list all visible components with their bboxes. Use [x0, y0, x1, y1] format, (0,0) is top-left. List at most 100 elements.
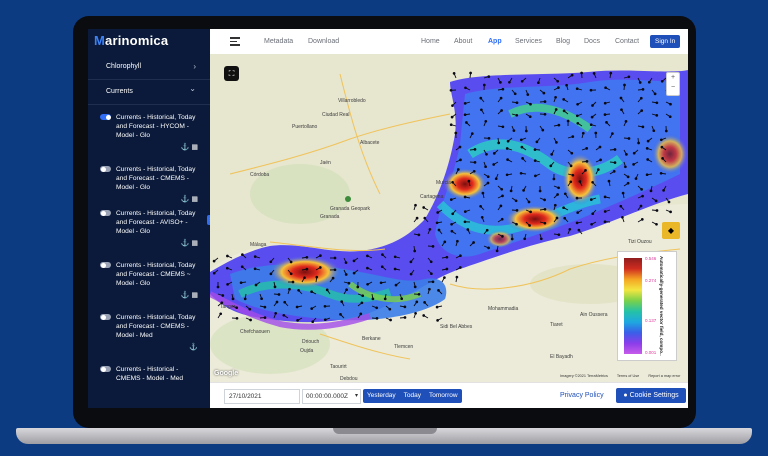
color-legend: 0.546 0.274 0.137 0.001 Automatically-ge…	[617, 251, 677, 361]
layer-item[interactable]: Currents - Historical, Today and Forecas…	[100, 313, 204, 351]
current-vector-head	[655, 209, 659, 212]
current-vector-head	[533, 159, 537, 162]
layer-toggle[interactable]	[100, 166, 111, 172]
current-vector-head	[454, 131, 458, 135]
time-select[interactable]: 00:00:00.000Z ▾	[302, 389, 361, 404]
chevron-down-icon: ▾	[354, 393, 358, 399]
current-vector-head	[539, 237, 543, 241]
current-vector-head	[626, 181, 630, 185]
current-vector-head	[463, 113, 467, 117]
layer-item[interactable]: Currents - Historical - CMEMS - Model - …	[100, 365, 204, 383]
current-vector-head	[430, 272, 433, 276]
cookie-settings-button[interactable]: ● Cookie Settings	[616, 388, 686, 403]
current-vector-head	[621, 215, 624, 219]
zoom-control[interactable]: + −	[666, 72, 680, 96]
current-vector-head	[235, 316, 239, 320]
nav-contact[interactable]: Contact	[615, 38, 639, 45]
layer-toggle[interactable]	[100, 366, 111, 372]
current-vector-head	[605, 121, 608, 124]
today-button[interactable]: Today	[400, 389, 425, 403]
current-vector-head	[521, 157, 524, 160]
current-vector-head	[624, 120, 628, 123]
current-vector-head	[533, 148, 537, 151]
layer-item[interactable]: Currents - Historical, Today and Forecas…	[100, 261, 204, 299]
current-vector-head	[409, 272, 413, 276]
nav-metadata[interactable]: Metadata	[264, 38, 293, 45]
terms-link[interactable]: Terms of Use	[617, 374, 639, 378]
map-tool-icon[interactable]: ⛶	[224, 66, 239, 81]
sidebar-section-currents[interactable]: Currents ⌄	[88, 80, 210, 105]
yesterday-button[interactable]: Yesterday	[363, 389, 400, 403]
current-vector-head	[466, 228, 470, 231]
current-vector-head	[305, 255, 309, 259]
layer-action-icons[interactable]: ⚓ ▦	[181, 239, 198, 248]
legend-value: 0.274	[645, 278, 657, 283]
current-vector-head	[515, 209, 519, 212]
layer-item[interactable]: Currents - Historical, Today and Forecas…	[100, 113, 204, 151]
current-vector-head	[431, 245, 435, 248]
current-vector-head	[577, 228, 581, 232]
brand-logo[interactable]: Marinomica	[94, 33, 168, 48]
map-place-label: Puertollano	[292, 124, 318, 130]
current-vector-head	[669, 210, 672, 214]
current-vector-head	[585, 160, 589, 163]
current-vector-head	[594, 131, 598, 135]
current-vector-head	[543, 198, 546, 202]
current-vector-head	[619, 204, 623, 208]
nav-blog[interactable]: Blog	[556, 38, 570, 45]
current-vector-head	[500, 187, 504, 191]
current-vector-head	[626, 175, 630, 179]
nav-app[interactable]: App	[488, 38, 502, 45]
privacy-policy-link[interactable]: Privacy Policy	[560, 392, 604, 399]
layer-toggle[interactable]	[100, 262, 111, 268]
nav-about[interactable]: About	[454, 38, 472, 45]
nav-download[interactable]: Download	[308, 38, 339, 45]
current-vector-head	[344, 273, 348, 276]
current-vector-head	[487, 136, 491, 140]
layer-toggle[interactable]	[100, 314, 111, 320]
current-vector-head	[562, 206, 565, 210]
current-vector-head	[437, 289, 440, 292]
map-place-label: El Bayadh	[550, 354, 573, 360]
current-vector-head	[319, 254, 322, 257]
sidebar-section-chlorophyll[interactable]: Chlorophyll ›	[88, 55, 210, 80]
current-vector-head	[554, 95, 557, 99]
layer-toggle[interactable]	[100, 114, 111, 120]
nav-services[interactable]: Services	[515, 38, 542, 45]
current-vector-head	[637, 141, 640, 145]
current-vector-head	[310, 290, 313, 294]
current-vector-head	[310, 307, 314, 310]
map-view[interactable]: Villarrobledo Ciudad Real Puertollano Albac…	[210, 54, 688, 382]
tomorrow-button[interactable]: Tomorrow	[425, 389, 462, 403]
layer-toggle[interactable]	[100, 210, 111, 216]
current-vector-head	[497, 141, 501, 145]
current-vector-head	[649, 189, 653, 193]
layer-action-icons[interactable]: ⚓	[189, 343, 198, 352]
current-vector-head	[576, 102, 579, 106]
current-vector-head	[464, 86, 467, 90]
current-vector-head	[640, 188, 643, 191]
layer-action-icons[interactable]: ⚓ ▦	[181, 291, 198, 300]
layer-action-icons[interactable]: ⚓ ▦	[181, 143, 198, 152]
nav-home[interactable]: Home	[421, 38, 440, 45]
sidebar: Marinomica Chlorophyll › Currents ⌄ Curr…	[88, 29, 214, 408]
current-vector-head	[556, 79, 560, 83]
nav-docs[interactable]: Docs	[584, 38, 600, 45]
current-vector-head	[277, 293, 281, 296]
layers-icon[interactable]: ◆	[662, 222, 680, 239]
layer-item[interactable]: Currents - Historical, Today and Forecas…	[100, 165, 204, 203]
layer-action-icons[interactable]: ⚓ ▦	[181, 195, 198, 204]
current-vector-head	[297, 288, 300, 292]
current-vector-head	[443, 240, 447, 244]
hamburger-menu-icon[interactable]	[230, 37, 240, 46]
current-vector-head	[569, 180, 573, 184]
report-error-link[interactable]: Report a map error	[648, 374, 680, 378]
current-vector-head	[485, 228, 489, 232]
date-input[interactable]: 27/10/2021	[224, 389, 300, 404]
sign-in-button[interactable]: Sign In	[650, 35, 681, 48]
current-vector-head	[235, 306, 239, 310]
current-vector-head	[664, 129, 668, 133]
current-vector-head	[557, 233, 561, 237]
current-vector-head	[429, 260, 433, 264]
layer-item[interactable]: Currents - Historical, Today and Forecas…	[100, 209, 204, 247]
